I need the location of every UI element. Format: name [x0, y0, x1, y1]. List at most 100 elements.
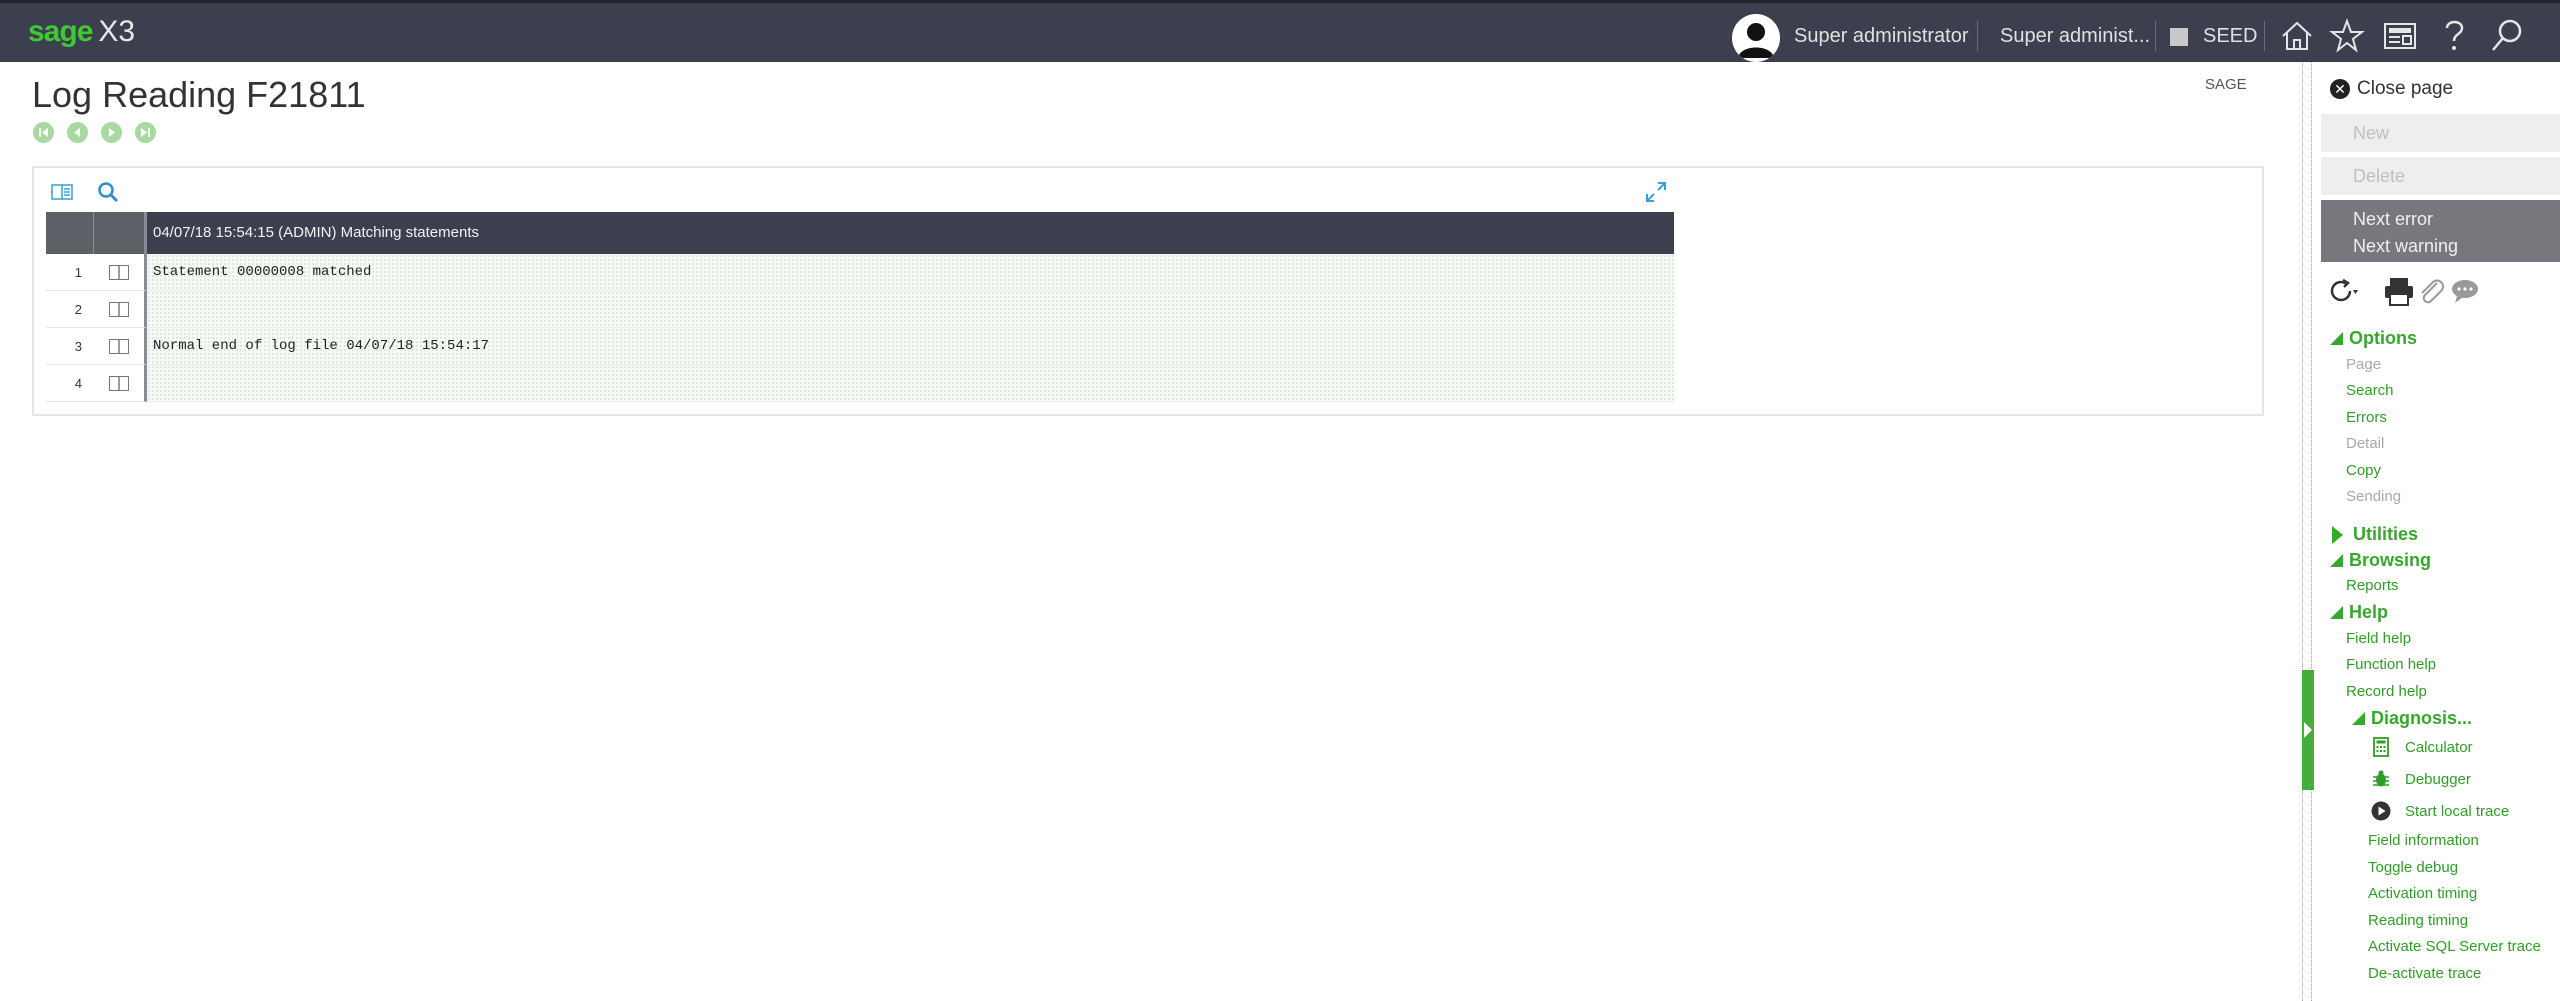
help-title: Help — [2349, 602, 2389, 622]
search-icon[interactable] — [2487, 16, 2527, 56]
new-button[interactable]: New — [2321, 114, 2560, 152]
top-bar: sage X3 Super administrator Super adminis… — [0, 0, 2560, 62]
menu-item-calculator[interactable]: Calculator — [2370, 736, 2473, 758]
last-record-icon[interactable] — [135, 122, 156, 143]
row-detail-icon[interactable] — [94, 291, 147, 328]
options-section[interactable]: Options — [2330, 328, 2417, 349]
folder-selector[interactable]: SEED — [2203, 25, 2257, 48]
diagnosis-title: Diagnosis... — [2371, 708, 2473, 728]
refresh-icon[interactable] — [2324, 274, 2358, 308]
expand-icon[interactable] — [1644, 180, 1668, 204]
page-title: Log Reading F21811 — [32, 74, 366, 115]
row-detail-header — [94, 212, 147, 254]
help-icon[interactable] — [2434, 16, 2474, 56]
play-icon — [2370, 800, 2392, 822]
menu-item-start-local-trace[interactable]: Start local trace — [2370, 800, 2509, 822]
menu-item-field-help[interactable]: Field help — [2346, 630, 2411, 647]
menu-item-page[interactable]: Page — [2346, 356, 2381, 373]
log-line-cell[interactable] — [147, 365, 1674, 402]
diagnosis-section[interactable]: Diagnosis... — [2352, 708, 2472, 729]
start-local-trace-label: Start local trace — [2405, 802, 2510, 820]
row-number: 1 — [46, 254, 94, 291]
browsing-title: Browsing — [2349, 550, 2432, 570]
log-line-cell[interactable]: Statement 00000008 matched — [147, 254, 1674, 291]
menu-item-reading-timing[interactable]: Reading timing — [2368, 912, 2468, 929]
row-detail-icon[interactable] — [94, 328, 147, 365]
column-header[interactable]: 04/07/18 15:54:15 (ADMIN) Matching state… — [147, 212, 1674, 254]
menu-item-activate-sql-trace[interactable]: Activate SQL Server trace — [2368, 938, 2541, 955]
home-icon[interactable] — [2277, 16, 2317, 56]
next-record-icon[interactable] — [101, 122, 122, 143]
close-icon: ✕ — [2330, 79, 2350, 99]
close-page-label: Close page — [2357, 78, 2454, 99]
log-line-cell[interactable]: Normal end of log file 04/07/18 15:54:17 — [147, 328, 1674, 365]
menu-item-function-help[interactable]: Function help — [2346, 656, 2436, 673]
collapsed-icon — [2332, 525, 2343, 544]
top-separator — [2264, 21, 2265, 51]
menu-item-copy[interactable]: Copy — [2346, 462, 2381, 479]
previous-record-icon[interactable] — [67, 122, 88, 143]
table-row[interactable]: 3 Normal end of log file 04/07/18 15:54:… — [46, 328, 1674, 365]
next-warning-button[interactable]: Next warning — [2353, 233, 2560, 260]
expanded-icon — [2330, 332, 2343, 345]
row-number-header — [46, 212, 94, 254]
menu-item-sending[interactable]: Sending — [2346, 488, 2401, 505]
first-record-icon[interactable] — [33, 122, 54, 143]
expanded-icon — [2330, 606, 2343, 619]
user-avatar-icon — [1732, 14, 1780, 62]
news-icon[interactable] — [2380, 16, 2420, 56]
sage-x3-logo[interactable]: sage X3 — [28, 17, 135, 47]
row-detail-icon[interactable] — [94, 365, 147, 402]
browsing-section[interactable]: Browsing — [2330, 550, 2431, 571]
menu-item-search[interactable]: Search — [2346, 382, 2394, 399]
role-selector[interactable]: Super administ... — [2000, 25, 2150, 48]
logo-brand: sage — [28, 15, 93, 48]
help-section[interactable]: Help — [2330, 602, 2388, 623]
menu-item-activation-timing[interactable]: Activation timing — [2368, 885, 2477, 902]
table-row[interactable]: 4 — [46, 365, 1674, 402]
row-number: 2 — [46, 291, 94, 328]
close-page-button[interactable]: ✕ Close page — [2330, 78, 2453, 100]
star-icon[interactable] — [2327, 16, 2367, 56]
table-row[interactable]: 2 — [46, 291, 1674, 328]
user-name[interactable]: Super administrator — [1794, 25, 1969, 48]
log-line-cell[interactable] — [147, 291, 1674, 328]
menu-item-toggle-debug[interactable]: Toggle debug — [2368, 859, 2458, 876]
collapse-panel-handle[interactable] — [2302, 670, 2314, 790]
attachment-icon[interactable] — [2414, 274, 2448, 308]
expanded-icon — [2352, 712, 2365, 725]
debugger-label: Debugger — [2405, 770, 2471, 788]
user-avatar[interactable] — [1732, 14, 1780, 62]
menu-item-reports[interactable]: Reports — [2346, 577, 2399, 594]
delete-button[interactable]: Delete — [2321, 157, 2560, 195]
logo-product: X3 — [98, 15, 136, 48]
folder-icon — [2170, 28, 2188, 46]
calculator-label: Calculator — [2405, 738, 2473, 756]
main-content: Log Reading F21811 SAGE 04/07/18 15:54:1… — [0, 62, 2300, 1001]
panel-toolbar — [2324, 274, 2560, 308]
menu-item-detail[interactable]: Detail — [2346, 435, 2384, 452]
panel-splitter[interactable] — [2302, 62, 2312, 1001]
comment-icon[interactable] — [2448, 274, 2482, 308]
top-separator — [2155, 21, 2156, 51]
table-row[interactable]: 1 Statement 00000008 matched — [46, 254, 1674, 291]
menu-item-debugger[interactable]: Debugger — [2370, 768, 2471, 790]
columns-icon[interactable] — [50, 180, 74, 204]
calculator-icon — [2370, 736, 2392, 758]
print-icon[interactable] — [2382, 274, 2416, 308]
menu-item-record-help[interactable]: Record help — [2346, 683, 2427, 700]
next-error-button[interactable]: Next error — [2353, 206, 2560, 233]
row-detail-icon[interactable] — [94, 254, 147, 291]
record-navigation — [33, 122, 169, 148]
utilities-section[interactable]: Utilities — [2330, 524, 2418, 545]
utilities-title: Utilities — [2353, 524, 2419, 544]
page-subtitle: SAGE — [2205, 76, 2247, 93]
row-number: 3 — [46, 328, 94, 365]
menu-item-field-information[interactable]: Field information — [2368, 832, 2479, 849]
options-title: Options — [2349, 328, 2417, 348]
top-separator — [1977, 21, 1978, 51]
menu-item-deactivate-trace[interactable]: De-activate trace — [2368, 965, 2481, 982]
menu-item-errors[interactable]: Errors — [2346, 409, 2387, 426]
grid-search-icon[interactable] — [96, 180, 120, 204]
grid-header: 04/07/18 15:54:15 (ADMIN) Matching state… — [46, 212, 1674, 254]
